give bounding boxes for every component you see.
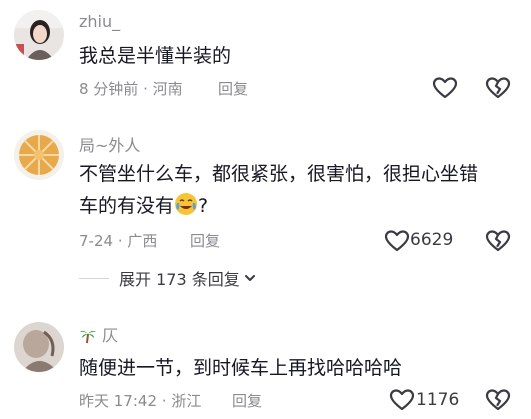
heart-outline-icon[interactable] [432,76,458,100]
comment-text-fragment: ? [198,195,209,217]
like-count: 1176 [416,390,460,410]
expand-replies-button[interactable]: 展开 173 条回复 [79,266,257,290]
divider [79,277,109,279]
palm-tree-icon [80,330,96,344]
comment-time: 7-24 [79,232,114,250]
comment-text-line: 车的有没有 ? [79,190,499,222]
comment-username[interactable]: 局~外人 [79,132,140,156]
reply-button[interactable]: 回复 [190,230,220,251]
comment-text: 随便进一节，到时候车上再找哈哈哈哈 [79,357,403,379]
reply-button[interactable]: 回复 [218,78,248,99]
chevron-down-icon [244,275,255,281]
comment-text-line: 不管坐什么车，都很紧张，很害怕，很担心坐错 [79,163,479,185]
comment-location: 河南 [152,80,183,98]
comment-meta: 8 分钟前 · 河南 [79,78,183,99]
broken-heart-icon[interactable] [485,388,511,412]
heart-outline-icon[interactable] [389,388,415,412]
comment-meta: 7-24 · 广西 [79,230,157,251]
avatar[interactable] [14,322,64,372]
comment-time: 昨天 17:42 [79,392,157,410]
comment-username-text: 仄 [102,326,119,345]
comment-location: 浙江 [171,392,202,410]
comment-item: zhiu_ 我总是半懂半装的 8 分钟前 · 河南 回复 [0,0,531,110]
broken-heart-icon[interactable] [485,229,511,253]
comment-time: 8 分钟前 [79,80,139,98]
meta-separator: · [143,80,148,98]
broken-heart-icon[interactable] [485,76,511,100]
reply-button[interactable]: 回复 [232,390,262,411]
meta-separator: · [161,392,167,410]
comment-meta: 昨天 17:42 · 浙江 [79,390,201,411]
comment-item: 局~外人 不管坐什么车，都很紧张，很害怕，很担心坐错 车的有没有 ? 7-24 … [0,120,531,260]
comment-item: 仄 随便进一节，到时候车上再找哈哈哈哈 昨天 17:42 · 浙江 回复 117… [0,312,531,419]
comment-text-fragment: 车的有没有 [79,195,175,217]
comment-text: 我总是半懂半装的 [79,45,232,67]
avatar[interactable] [14,10,64,60]
comment-username[interactable]: 仄 [79,322,118,346]
laughing-crying-emoji [175,193,198,215]
heart-outline-icon[interactable] [384,229,410,253]
meta-separator: · [117,232,123,250]
comment-username[interactable]: zhiu_ [79,12,120,31]
comment-text: 不管坐什么车，都很紧张，很害怕，很担心坐错 车的有没有 ? [79,158,499,222]
avatar[interactable] [14,130,64,180]
like-count: 6629 [410,230,454,250]
expand-replies-label: 展开 173 条回复 [119,270,240,289]
comment-location: 广西 [127,232,158,250]
